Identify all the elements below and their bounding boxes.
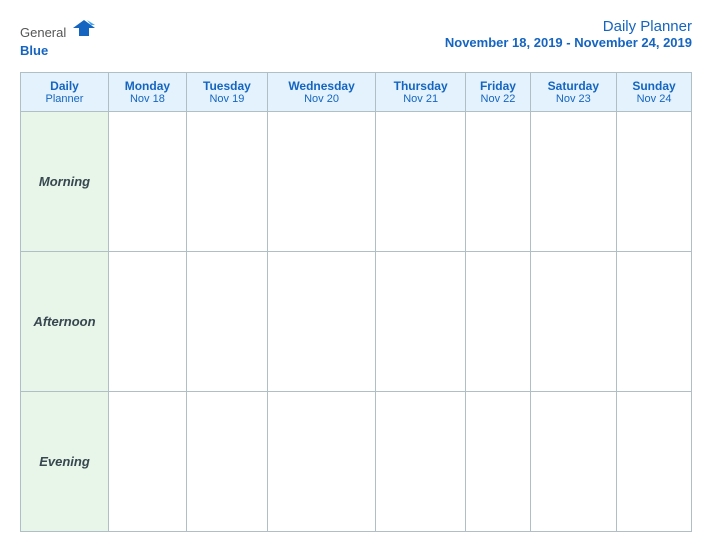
- cell-evening-fri[interactable]: [466, 392, 530, 532]
- row-label-evening: Evening: [21, 392, 109, 532]
- cell-afternoon-tue[interactable]: [186, 252, 267, 392]
- cell-evening-thu[interactable]: [376, 392, 466, 532]
- logo: General Blue: [20, 18, 95, 60]
- table-row-morning: Morning: [21, 112, 692, 252]
- date-range: November 18, 2019 - November 24, 2019: [445, 35, 692, 50]
- calendar-table: Daily Planner Monday Nov 18 Tuesday Nov …: [20, 72, 692, 532]
- logo-general: General: [20, 18, 95, 42]
- cell-evening-sat[interactable]: [530, 392, 616, 532]
- cell-afternoon-sat[interactable]: [530, 252, 616, 392]
- header-row: Daily Planner Monday Nov 18 Tuesday Nov …: [21, 73, 692, 112]
- cell-evening-mon[interactable]: [109, 392, 187, 532]
- cell-afternoon-thu[interactable]: [376, 252, 466, 392]
- col-header-label: Daily Planner: [21, 73, 109, 112]
- page-title: Daily Planner: [445, 18, 692, 35]
- row-label-morning: Morning: [21, 112, 109, 252]
- cell-evening-tue[interactable]: [186, 392, 267, 532]
- row-label-afternoon: Afternoon: [21, 252, 109, 392]
- cell-afternoon-wed[interactable]: [268, 252, 376, 392]
- cell-afternoon-fri[interactable]: [466, 252, 530, 392]
- logo-bird-icon: [73, 18, 95, 36]
- col-header-thu: Thursday Nov 21: [376, 73, 466, 112]
- cell-morning-mon[interactable]: [109, 112, 187, 252]
- title-block: Daily Planner November 18, 2019 - Novemb…: [445, 18, 692, 50]
- col-header-sun: Sunday Nov 24: [617, 73, 692, 112]
- cell-morning-tue[interactable]: [186, 112, 267, 252]
- col-header-wed: Wednesday Nov 20: [268, 73, 376, 112]
- col-header-mon: Monday Nov 18: [109, 73, 187, 112]
- cell-evening-sun[interactable]: [617, 392, 692, 532]
- table-row-evening: Evening: [21, 392, 692, 532]
- table-row-afternoon: Afternoon: [21, 252, 692, 392]
- col-header-sat: Saturday Nov 23: [530, 73, 616, 112]
- col-header-fri: Friday Nov 22: [466, 73, 530, 112]
- cell-morning-sat[interactable]: [530, 112, 616, 252]
- cell-evening-wed[interactable]: [268, 392, 376, 532]
- page: General Blue Daily Planner November 18, …: [0, 0, 712, 550]
- cell-afternoon-sun[interactable]: [617, 252, 692, 392]
- col-header-tue: Tuesday Nov 19: [186, 73, 267, 112]
- cell-morning-wed[interactable]: [268, 112, 376, 252]
- cell-afternoon-mon[interactable]: [109, 252, 187, 392]
- logo-blue: Blue: [20, 42, 95, 60]
- cell-morning-fri[interactable]: [466, 112, 530, 252]
- cell-morning-thu[interactable]: [376, 112, 466, 252]
- cell-morning-sun[interactable]: [617, 112, 692, 252]
- header: General Blue Daily Planner November 18, …: [20, 18, 692, 60]
